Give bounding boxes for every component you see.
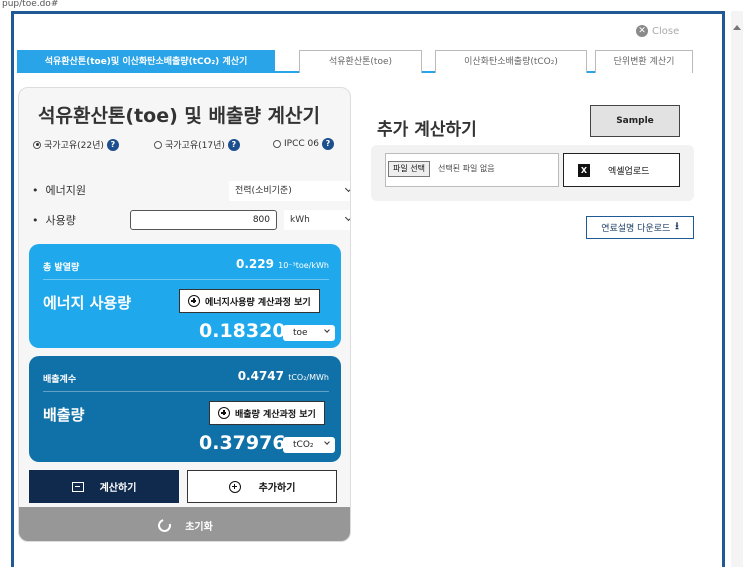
energy-source-select[interactable]: 전력(소비기준): [229, 181, 350, 201]
excel-upload-label: 엑셀업로드: [608, 166, 650, 177]
emission-factor-rate: 0.4747 tCO₂/MWh: [238, 369, 329, 383]
tab-co2-emission[interactable]: 이산화탄소배출량(tCO₂): [435, 50, 587, 73]
excel-upload-button[interactable]: X 엑셀업로드: [563, 153, 680, 187]
scroll-up-arrow-icon[interactable]: [733, 25, 741, 30]
close-label: Close: [652, 25, 680, 37]
close-icon: ✕: [636, 25, 648, 37]
calculator-title: 석유환산톤(toe) 및 배출량 계산기: [38, 105, 320, 127]
usage-unit-value: kWh: [290, 215, 310, 225]
radio-unchecked-icon: [273, 140, 281, 148]
emission-heading: 배출량: [43, 406, 85, 424]
emission-factor-unit: tCO₂/MWh: [288, 373, 329, 382]
radio-label: 국가고유(17년): [165, 141, 225, 151]
add-button[interactable]: 추가하기: [187, 470, 337, 503]
help-icon[interactable]: ?: [227, 138, 240, 151]
fuel-description-download-button[interactable]: 연료설명 다운로드 ⭳: [586, 216, 694, 239]
energy-unit-value: toe: [293, 328, 308, 338]
energy-usage-heading: 에너지 사용량: [43, 294, 132, 312]
card-divider: [43, 279, 329, 280]
energy-source-value: 전력(소비기준): [235, 186, 292, 196]
heating-value-number: 0.229: [235, 257, 274, 271]
emission-unit-value: tCO₂: [293, 440, 314, 450]
tab-bar: 석유환산톤(toe)및 이산화탄소배출량(tCO₂) 계산기 석유환산톤(toe…: [17, 50, 693, 73]
chevron-down-icon: [324, 439, 330, 445]
tab-toe[interactable]: 석유환산톤(toe): [299, 50, 422, 73]
file-input[interactable]: 파일 선택 선택된 파일 없음: [385, 153, 559, 187]
emission-factor-number: 0.4747: [237, 369, 284, 383]
plus-circle-icon: [218, 407, 230, 419]
heating-value-unit: 10⁻³toe/kWh: [278, 261, 329, 270]
calculate-button[interactable]: 계산하기: [29, 470, 179, 503]
radio-national-22[interactable]: 국가고유(22년) ?: [33, 138, 119, 151]
radio-label: IPCC 06: [284, 139, 319, 149]
radio-national-17[interactable]: 국가고유(17년) ?: [154, 138, 240, 151]
emission-unit-select[interactable]: tCO₂: [283, 437, 335, 453]
calculate-icon: [71, 481, 84, 492]
plus-circle-icon: [188, 295, 200, 307]
file-choose-button[interactable]: 파일 선택: [388, 161, 430, 177]
chevron-down-icon: [324, 327, 330, 333]
radio-checked-icon: [33, 140, 41, 149]
reset-label: 초기화: [185, 521, 213, 533]
calculate-label: 계산하기: [99, 483, 137, 494]
url-fragment: pup/toe.do#: [0, 0, 743, 11]
file-status: 선택된 파일 없음: [438, 164, 495, 173]
fuel-download-label: 연료설명 다운로드: [601, 224, 671, 234]
emission-process-label: 배출량 계산과정 보기: [235, 409, 316, 420]
scrollbar[interactable]: [731, 11, 743, 567]
add-calc-title: 추가 계산하기: [377, 120, 477, 140]
chevron-down-icon: [344, 184, 350, 193]
help-icon[interactable]: ?: [321, 138, 334, 150]
energy-process-label: 에너지사용량 계산과정 보기: [205, 297, 311, 308]
usage-label-text: 사용량: [45, 214, 76, 227]
download-icon: ⭳: [675, 221, 679, 232]
energy-unit-select[interactable]: toe: [283, 325, 335, 341]
reset-button[interactable]: 초기화: [19, 507, 350, 541]
help-icon[interactable]: ?: [106, 138, 119, 151]
add-label: 추가하기: [258, 483, 296, 494]
calculator-panel: 석유환산톤(toe) 및 배출량 계산기 국가고유(22년) ? 국가고유(17…: [18, 87, 351, 542]
plus-circle-icon: [228, 480, 241, 493]
radio-ipcc-06[interactable]: IPCC 06 ?: [273, 138, 334, 150]
emission-result: 0.37976: [199, 432, 286, 454]
excel-icon: X: [578, 163, 590, 177]
energy-source-label-text: 에너지원: [45, 184, 86, 197]
energy-process-button[interactable]: 에너지사용량 계산과정 보기: [179, 289, 320, 313]
emission-process-button[interactable]: 배출량 계산과정 보기: [209, 401, 325, 425]
energy-usage-card: 총 발열량 0.229 10⁻³toe/kWh 에너지 사용량 에너지사용량 계…: [29, 244, 341, 348]
radio-label: 국가고유(22년): [44, 141, 104, 151]
tab-unit-converter[interactable]: 단위변환 계산기: [595, 50, 693, 73]
sample-button[interactable]: Sample: [590, 105, 680, 137]
card-divider: [43, 391, 329, 392]
usage-input[interactable]: 800: [130, 210, 277, 230]
radio-unchecked-icon: [154, 140, 162, 149]
tab-toe-and-emission-calculator[interactable]: 석유환산톤(toe)및 이산화탄소배출량(tCO₂) 계산기: [17, 50, 275, 73]
heating-value-label: 총 발열량: [43, 263, 80, 273]
heating-value-rate: 0.229 10⁻³toe/kWh: [236, 257, 329, 271]
usage-unit-select[interactable]: kWh: [284, 210, 350, 230]
close-button[interactable]: ✕ Close: [636, 25, 679, 37]
energy-source-label: • 에너지원: [32, 184, 86, 197]
emission-factor-label: 배출계수: [43, 375, 77, 385]
refresh-icon: [155, 516, 174, 534]
emission-card: 배출계수 0.4747 tCO₂/MWh 배출량 배출량 계산과정 보기 0.3…: [29, 356, 341, 462]
chevron-down-icon: [344, 213, 350, 222]
usage-label: • 사용량: [32, 214, 76, 227]
energy-usage-result: 0.18320: [199, 320, 286, 342]
